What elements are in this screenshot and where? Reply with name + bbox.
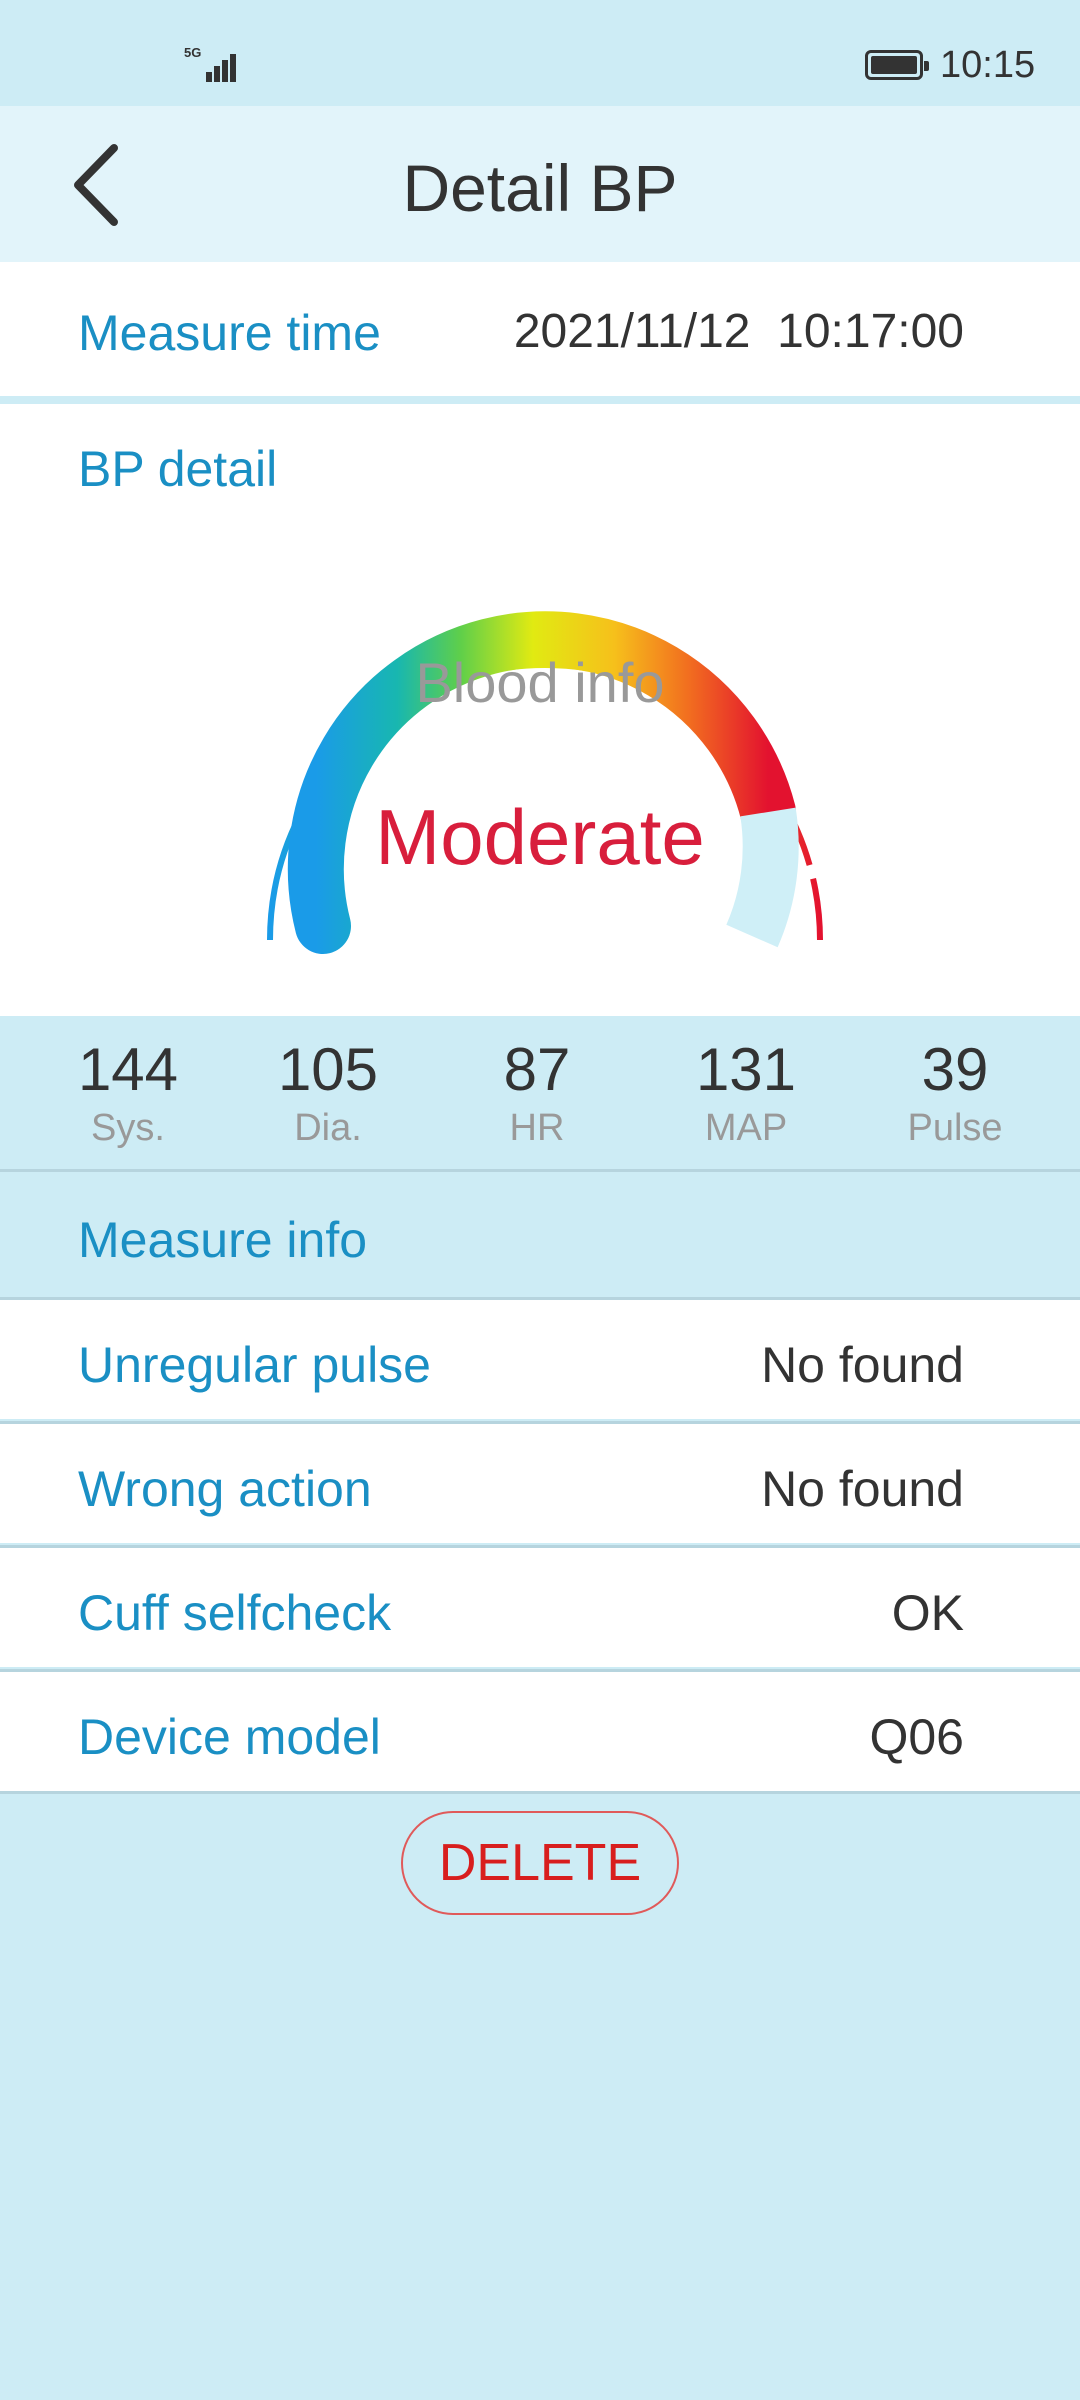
info-row-label: Wrong action — [78, 1461, 372, 1517]
stat-label: HR — [509, 1107, 565, 1149]
measure-info-header: Measure info — [0, 1175, 1080, 1297]
bp-detail-card: BP detail Blood info Moderate — [0, 404, 1080, 1016]
network-type: 5G — [184, 45, 202, 60]
stat-value: 131 — [695, 1036, 797, 1103]
status-bar: 5G 10:15 — [0, 0, 1080, 106]
info-row-value: No found — [761, 1461, 964, 1517]
stat-value: 105 — [277, 1036, 379, 1103]
info-row-value: OK — [891, 1585, 964, 1641]
stat-pulse: 39 Pulse — [855, 1036, 1055, 1152]
info-row-label: Unregular pulse — [78, 1337, 431, 1393]
stat-label: MAP — [704, 1107, 788, 1149]
info-row-device-model: Device model Q06 — [0, 1669, 1080, 1794]
gauge-title: Blood info — [415, 651, 665, 714]
info-row-label: Device model — [78, 1709, 381, 1765]
delete-button[interactable]: DELETE — [401, 1811, 679, 1915]
info-row-wrong-action: Wrong action No found — [0, 1421, 1080, 1543]
stat-label: Dia. — [294, 1107, 362, 1149]
battery-icon — [865, 50, 929, 80]
stat-hr: 87 HR — [437, 1036, 637, 1152]
stat-dia: 105 Dia. — [228, 1036, 428, 1152]
measure-time-row: Measure time 2021/11/12 10:17:00 — [0, 262, 1080, 396]
stat-label: Sys. — [91, 1107, 165, 1149]
measure-time-value: 2021/11/12 10:17:00 — [513, 305, 964, 358]
stat-value: 87 — [503, 1036, 571, 1103]
info-row-value: No found — [761, 1337, 964, 1393]
stat-map: 131 MAP — [646, 1036, 846, 1152]
signal-icon: 5G — [182, 46, 242, 82]
info-row-cuff-selfcheck: Cuff selfcheck OK — [0, 1545, 1080, 1667]
bp-stats: 144 Sys. 105 Dia. 87 HR 131 MAP 39 Pulse — [0, 1016, 1080, 1172]
info-row-label: Cuff selfcheck — [78, 1585, 392, 1641]
stat-sys: 144 Sys. — [28, 1036, 228, 1152]
stat-value: 39 — [921, 1036, 989, 1103]
status-time: 10:15 — [940, 44, 1036, 86]
measure-time-label: Measure time — [78, 305, 381, 361]
bp-status: Moderate — [375, 793, 705, 881]
measure-info-title: Measure info — [78, 1212, 368, 1268]
info-row-unregular-pulse: Unregular pulse No found — [0, 1297, 1080, 1419]
stat-label: Pulse — [907, 1107, 1003, 1149]
page-title: Detail BP — [402, 151, 678, 225]
stat-value: 144 — [77, 1036, 179, 1103]
info-row-value: Q06 — [869, 1709, 964, 1765]
